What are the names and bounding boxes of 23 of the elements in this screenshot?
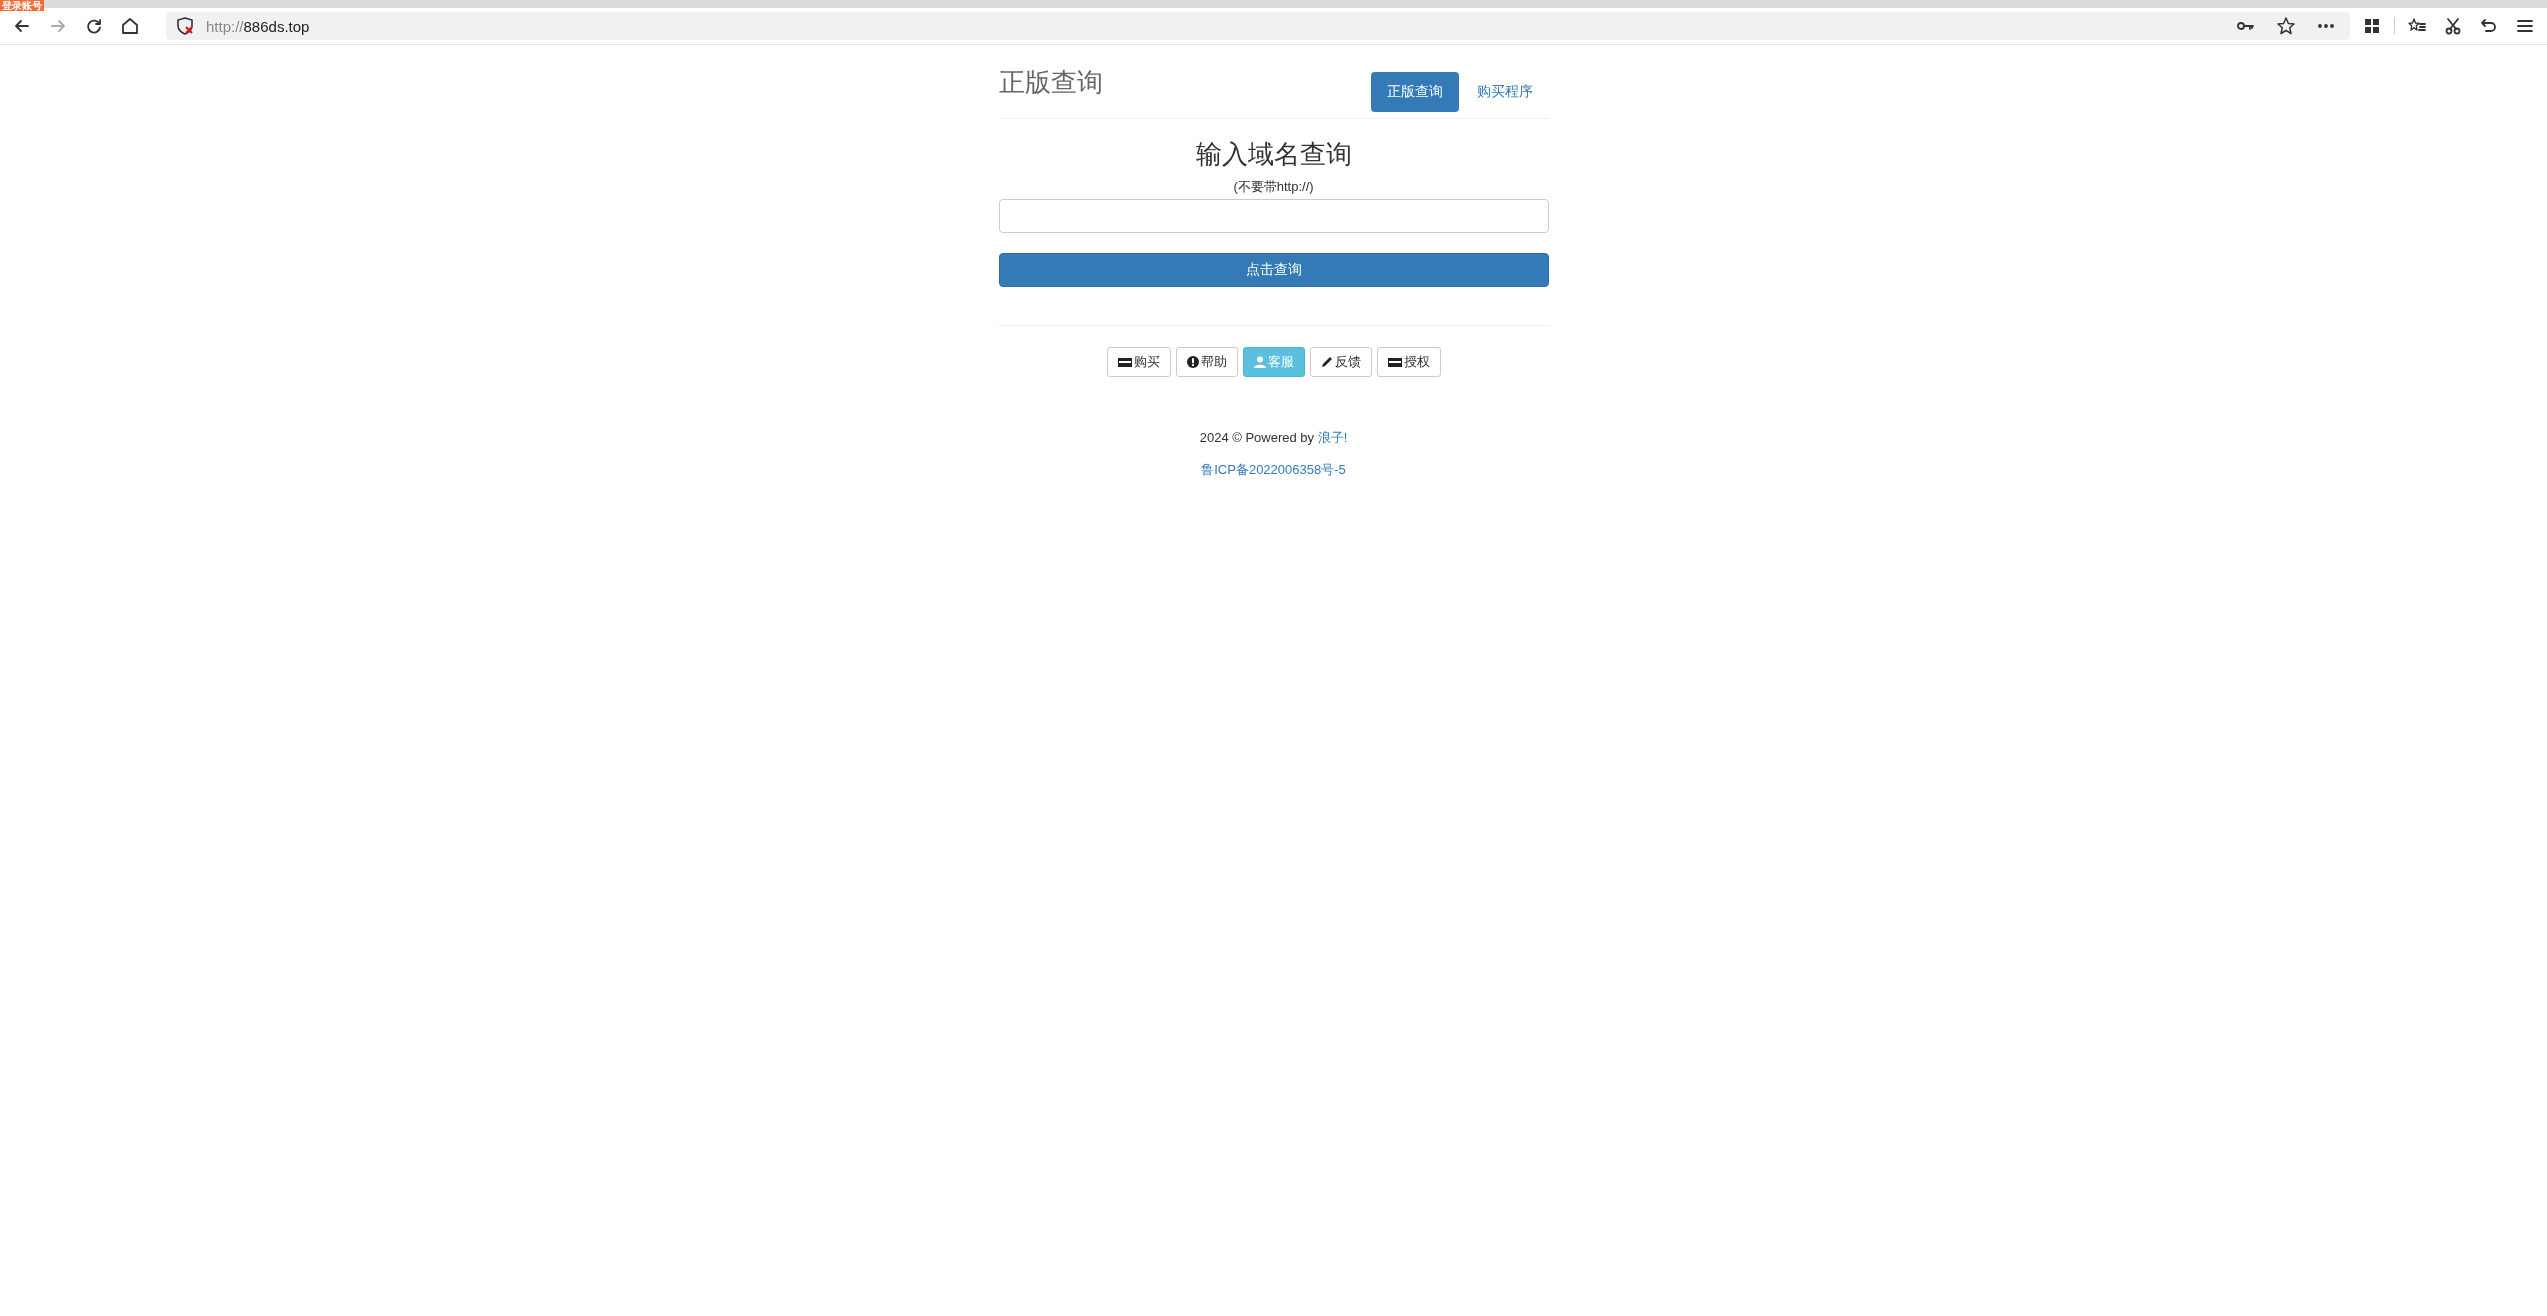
action-button[interactable]: 授权 (1376, 347, 1441, 377)
action-button[interactable]: 帮助 (1175, 347, 1238, 377)
query-button[interactable]: 点击查询 (998, 253, 1549, 287)
nav-tab[interactable]: 正版查询 (1370, 72, 1459, 112)
domain-input-field[interactable] (998, 199, 1549, 233)
shield-warning-icon (176, 17, 194, 35)
action-button[interactable]: 反馈 (1309, 347, 1372, 377)
copyright-text: 2024 © Powered by 浪子! (1199, 430, 1348, 445)
nav-tab[interactable]: 购买程序 (1460, 72, 1549, 112)
page-title: 正版查询 (998, 66, 1103, 99)
login-badge[interactable]: 登录账号 (0, 0, 44, 11)
url-text: http://886ds.top (206, 17, 311, 35)
query-heading: 输入域名查询 (1194, 138, 1353, 171)
hint-text: (不要带http://) (1232, 178, 1315, 196)
icp-link[interactable]: 鲁ICP备2022006358号-5 (1201, 461, 1346, 479)
card-icon (1117, 356, 1132, 368)
card-icon (1387, 356, 1402, 368)
pencil-icon (1320, 356, 1333, 368)
exclamation-icon (1186, 356, 1199, 368)
author-link[interactable]: 浪子! (1317, 430, 1348, 445)
address-bar[interactable]: http://886ds.top (166, 12, 2350, 40)
user-icon (1253, 356, 1266, 368)
action-button[interactable]: 购买 (1106, 347, 1171, 377)
